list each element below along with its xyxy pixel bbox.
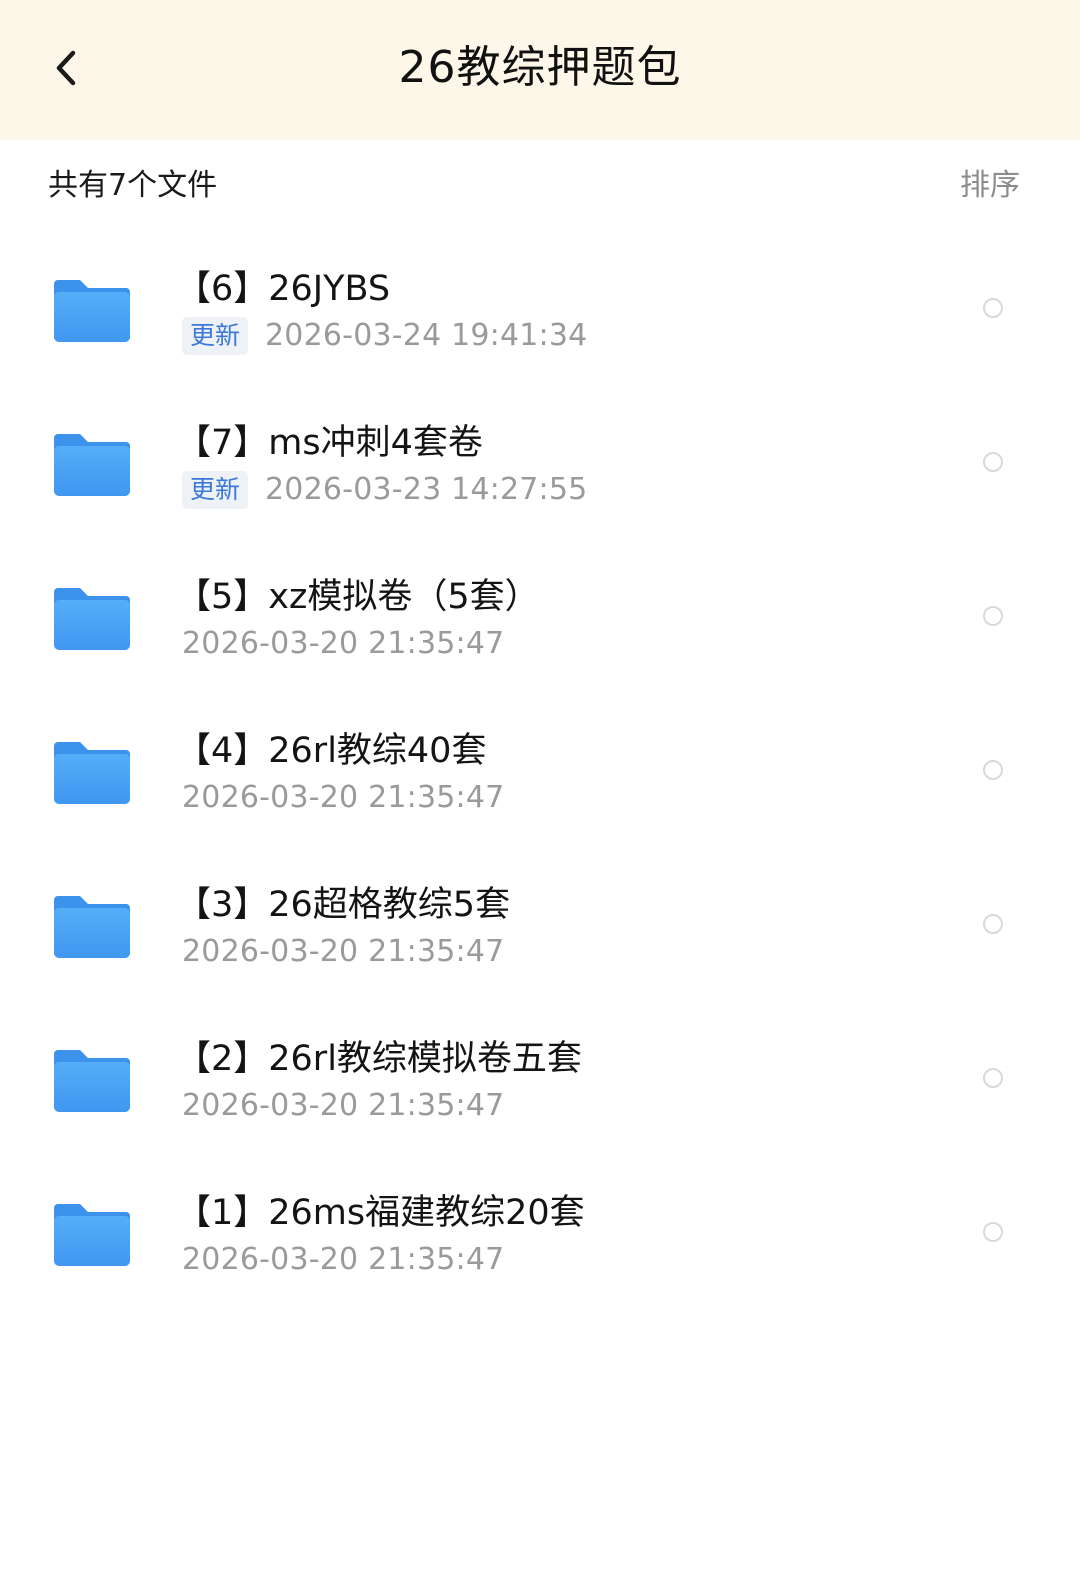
folder-row[interactable]: 【1】26ms福建教综20套 2026-03-20 21:35:47 bbox=[0, 1160, 1080, 1314]
page-title: 26教综押题包 bbox=[398, 42, 682, 93]
select-radio[interactable] bbox=[983, 1222, 1003, 1242]
modified-time: 2026-03-20 21:35:47 bbox=[182, 626, 505, 661]
folder-name: 【3】26超格教综5套 bbox=[176, 885, 511, 925]
select-radio[interactable] bbox=[983, 452, 1003, 472]
folder-row[interactable]: 【3】26超格教综5套 2026-03-20 21:35:47 bbox=[0, 852, 1080, 1006]
folder-name: 【1】26ms福建教综20套 bbox=[176, 1193, 585, 1233]
folder-meta: 2026-03-20 21:35:47 bbox=[182, 624, 504, 664]
modified-time: 2026-03-20 21:35:47 bbox=[182, 1242, 505, 1277]
select-radio[interactable] bbox=[983, 760, 1003, 780]
folder-icon bbox=[54, 434, 130, 496]
select-radio[interactable] bbox=[983, 1068, 1003, 1088]
summary-bar: 共有7个文件 排序 bbox=[0, 140, 1080, 236]
modified-time: 2026-03-20 21:35:47 bbox=[182, 780, 505, 815]
app-header: 26教综押题包 bbox=[0, 0, 1080, 140]
folder-icon bbox=[54, 896, 130, 958]
update-badge: 更新 bbox=[182, 317, 249, 355]
select-radio[interactable] bbox=[983, 298, 1003, 318]
folder-icon bbox=[54, 1204, 130, 1266]
folder-name: 【2】26rl教综模拟卷五套 bbox=[176, 1039, 582, 1079]
folder-meta: 2026-03-20 21:35:47 bbox=[182, 932, 504, 972]
sort-button[interactable]: 排序 bbox=[960, 164, 1020, 208]
folder-row[interactable]: 【2】26rl教综模拟卷五套 2026-03-20 21:35:47 bbox=[0, 1006, 1080, 1160]
folder-row[interactable]: 【7】ms冲刺4套卷 更新 2026-03-23 14:27:55 bbox=[0, 390, 1080, 544]
folder-icon bbox=[54, 588, 130, 650]
folder-name: 【4】26rl教综40套 bbox=[176, 731, 487, 771]
select-radio[interactable] bbox=[983, 606, 1003, 626]
folder-meta: 更新 2026-03-24 19:41:34 bbox=[182, 316, 587, 356]
update-badge: 更新 bbox=[182, 471, 249, 509]
folder-meta: 2026-03-20 21:35:47 bbox=[182, 778, 504, 818]
file-count: 共有7个文件 bbox=[48, 168, 218, 203]
folder-row[interactable]: 【5】xz模拟卷（5套） 2026-03-20 21:35:47 bbox=[0, 544, 1080, 698]
folder-icon bbox=[54, 280, 130, 342]
folder-row[interactable]: 【4】26rl教综40套 2026-03-20 21:35:47 bbox=[0, 698, 1080, 852]
modified-time: 2026-03-24 19:41:34 bbox=[265, 318, 588, 353]
modified-time: 2026-03-20 21:35:47 bbox=[182, 934, 505, 969]
select-radio[interactable] bbox=[983, 914, 1003, 934]
folder-meta: 更新 2026-03-23 14:27:55 bbox=[182, 470, 587, 510]
folder-meta: 2026-03-20 21:35:47 bbox=[182, 1086, 504, 1126]
folder-name: 【7】ms冲刺4套卷 bbox=[176, 423, 483, 463]
modified-time: 2026-03-23 14:27:55 bbox=[265, 472, 588, 507]
folder-meta: 2026-03-20 21:35:47 bbox=[182, 1240, 504, 1280]
folder-row[interactable]: 【6】26JYBS 更新 2026-03-24 19:41:34 bbox=[0, 236, 1080, 390]
folder-icon bbox=[54, 1050, 130, 1112]
folder-icon bbox=[54, 742, 130, 804]
folder-name: 【6】26JYBS bbox=[176, 269, 391, 309]
file-list: 【6】26JYBS 更新 2026-03-24 19:41:34 【7】ms冲刺… bbox=[0, 236, 1080, 1314]
modified-time: 2026-03-20 21:35:47 bbox=[182, 1088, 505, 1123]
folder-name: 【5】xz模拟卷（5套） bbox=[176, 577, 540, 617]
